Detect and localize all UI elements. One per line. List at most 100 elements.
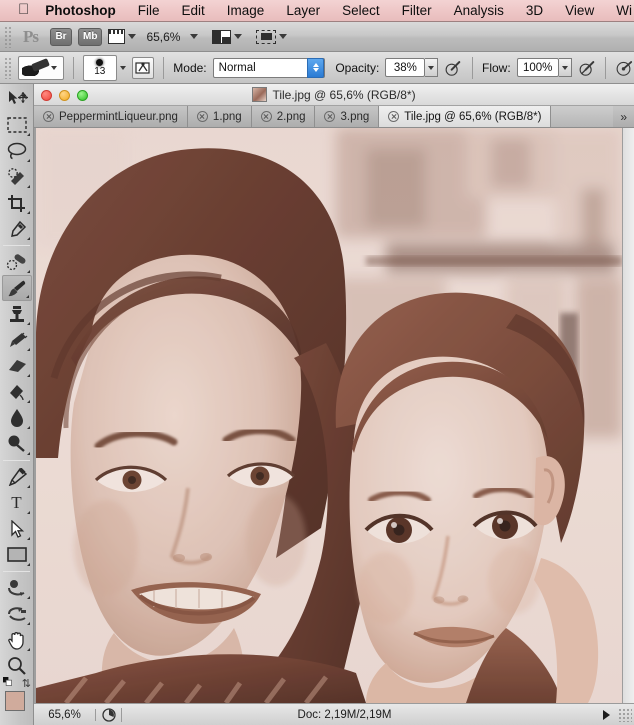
default-colors-icon[interactable] (3, 677, 12, 686)
swap-colors-icon[interactable]: ⇅ (22, 677, 31, 690)
menu-item-layer[interactable]: Layer (275, 3, 331, 18)
blur-tool[interactable] (2, 405, 32, 431)
tool-flyout-indicator-icon (26, 185, 30, 188)
view-extras-button[interactable] (108, 29, 137, 44)
quick-selection-tool[interactable] (2, 164, 32, 190)
3d-orbit-tool[interactable] (2, 601, 32, 627)
dodge-tool[interactable] (2, 431, 32, 457)
eyedropper-tool[interactable] (2, 216, 32, 242)
foreground-color-swatch[interactable] (5, 691, 25, 711)
blend-mode-select[interactable]: Normal (212, 57, 326, 78)
mode-label: Mode: (173, 60, 207, 75)
tab-close-icon[interactable] (324, 111, 336, 122)
tab-peppermintliqueur[interactable]: PeppermintLiqueur.png (34, 106, 188, 127)
tools-divider-2 (3, 460, 30, 461)
opacity-field-group[interactable]: 38% (385, 58, 439, 77)
arrange-chevron-down-icon (234, 34, 243, 39)
zoom-chevron-down-icon[interactable] (190, 34, 199, 39)
appbar-zoom-level[interactable]: 65,6% (146, 30, 180, 44)
gradient-tool[interactable] (2, 379, 32, 405)
maximize-window-button[interactable] (77, 90, 88, 101)
flow-stepper[interactable] (558, 58, 572, 77)
zoom-tool[interactable] (2, 653, 32, 679)
airbrush-icon[interactable] (615, 59, 634, 77)
tab-label: Tile.jpg @ 65,6% (RGB/8*) (404, 110, 542, 123)
menu-item-edit[interactable]: Edit (171, 3, 216, 18)
tab-label: 3.png (340, 110, 370, 123)
tab-label: 2.png (276, 110, 306, 123)
tab-close-icon[interactable] (43, 111, 54, 122)
tool-flyout-indicator-icon (26, 348, 30, 351)
rectangular-marquee-tool[interactable] (2, 112, 32, 138)
document-title-bar[interactable]: Tile.jpg @ 65,6% (RGB/8*) (34, 84, 634, 106)
opacity-value[interactable]: 38% (385, 58, 426, 77)
menu-item-window[interactable]: Wi (605, 3, 634, 18)
path-selection-tool[interactable] (2, 516, 32, 542)
pen-tool[interactable] (2, 464, 32, 490)
tool-flyout-indicator-icon (26, 211, 30, 214)
spot-healing-brush-tool[interactable] (2, 249, 32, 275)
menu-item-file[interactable]: File (127, 3, 171, 18)
brush-size-indicator[interactable]: 13 (82, 54, 117, 81)
tool-flyout-indicator-icon (26, 596, 30, 599)
flow-pressure-icon[interactable] (578, 59, 597, 77)
arrange-documents-button[interactable] (212, 29, 243, 44)
menu-item-analysis[interactable]: Analysis (443, 3, 515, 18)
flow-value[interactable]: 100% (516, 58, 559, 77)
menu-item-view[interactable]: View (554, 3, 605, 18)
menu-item-filter[interactable]: Filter (391, 3, 443, 18)
hand-tool[interactable] (2, 627, 32, 653)
opacity-pressure-icon[interactable] (444, 59, 463, 77)
launch-bridge-button[interactable]: Br (50, 27, 72, 46)
canvas-image[interactable] (36, 128, 622, 703)
status-expand-arrow-icon[interactable] (603, 709, 610, 720)
opacity-stepper[interactable] (425, 58, 439, 77)
menu-item-photoshop[interactable]: Photoshop (45, 3, 127, 18)
tool-flyout-indicator-icon (26, 322, 30, 325)
screen-mode-icon (256, 29, 277, 44)
canvas-vertical-scrollbar[interactable] (622, 128, 634, 703)
optionsbar-drag-handle[interactable] (4, 56, 13, 79)
type-tool[interactable]: T (2, 490, 32, 516)
tablet-pressure-size-button[interactable] (131, 56, 155, 79)
tab-close-icon[interactable] (260, 111, 272, 122)
eraser-tool[interactable] (2, 353, 32, 379)
tab-2png[interactable]: 2.png (251, 106, 316, 127)
menu-item-image[interactable]: Image (216, 3, 276, 18)
lasso-tool[interactable] (2, 138, 32, 164)
document-info-button[interactable] (96, 707, 122, 722)
tab-tilejpg[interactable]: Tile.jpg @ 65,6% (RGB/8*) (379, 106, 552, 127)
screen-mode-button[interactable] (256, 29, 288, 44)
close-window-button[interactable] (41, 90, 52, 101)
tool-flyout-indicator-icon (26, 133, 30, 136)
arrange-documents-icon (212, 29, 232, 44)
rectangle-tool[interactable] (2, 542, 32, 568)
apple-icon[interactable]:  (18, 2, 29, 17)
tab-label: 1.png (212, 110, 242, 123)
brush-size-chevron-down-icon[interactable] (119, 65, 126, 70)
photoshop-logo-icon: Ps (23, 26, 39, 46)
menu-item-3d[interactable]: 3D (515, 3, 554, 18)
tab-close-icon[interactable] (388, 111, 400, 122)
3d-rotate-tool[interactable] (2, 575, 32, 601)
launch-mini-bridge-button[interactable]: Mb (78, 27, 103, 46)
crop-tool[interactable] (2, 190, 32, 216)
tab-3png[interactable]: 3.png (315, 106, 380, 127)
move-tool[interactable] (2, 86, 32, 112)
appbar-drag-handle[interactable] (4, 25, 13, 48)
menu-item-select[interactable]: Select (331, 3, 391, 18)
document-window: Tile.jpg @ 65,6% (RGB/8*) PeppermintLiqu… (34, 84, 634, 725)
flow-field-group[interactable]: 100% (516, 58, 572, 77)
status-zoom-level[interactable]: 65,6% (34, 708, 96, 721)
tab-label: PeppermintLiqueur.png (59, 110, 178, 123)
canvas-area[interactable] (34, 128, 634, 703)
tab-1png[interactable]: 1.png (187, 106, 252, 127)
history-brush-tool[interactable] (2, 327, 32, 353)
brush-preset-picker[interactable] (18, 55, 64, 80)
minimize-window-button[interactable] (59, 90, 70, 101)
brush-tool[interactable] (1, 275, 32, 301)
clone-stamp-tool[interactable] (2, 301, 32, 327)
tab-overflow-button[interactable]: » (613, 106, 634, 127)
tab-close-icon[interactable] (196, 111, 208, 122)
resize-grip-icon[interactable] (618, 707, 632, 722)
